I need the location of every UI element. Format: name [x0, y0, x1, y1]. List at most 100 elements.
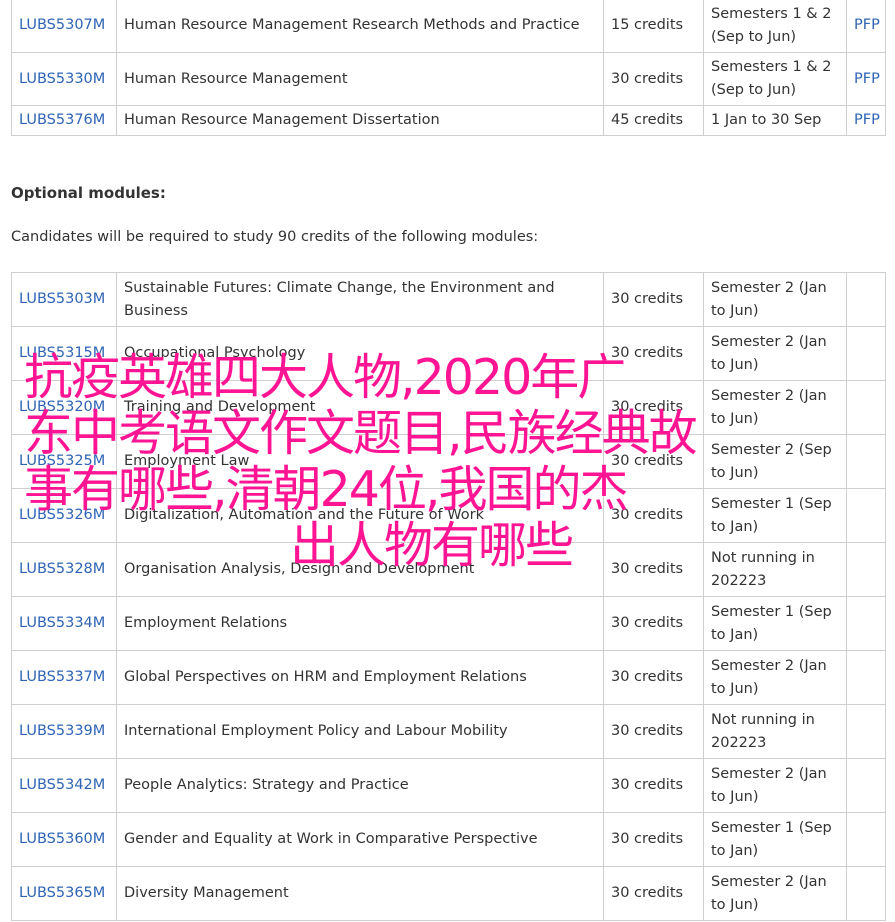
module-title-cell: Organisation Analysis, Design and Develo… [116, 542, 604, 597]
module-code-link[interactable]: LUBS5320M [19, 399, 105, 415]
module-empty-cell [846, 542, 886, 597]
module-code-link[interactable]: LUBS5342M [19, 777, 105, 793]
module-semester-cell: Semester 2 (Jan to Jun) [703, 650, 847, 705]
module-credits-cell: 30 credits [603, 272, 704, 327]
module-code-link[interactable]: LUBS5328M [19, 561, 105, 577]
module-code-cell: LUBS5328M [11, 542, 117, 597]
module-code-link[interactable]: LUBS5339M [19, 723, 105, 739]
module-pfp-cell: PFP [846, 52, 886, 106]
table-row: LUBS5307M Human Resource Management Rese… [11, 0, 886, 53]
module-semester-cell: Semester 2 (Jan to Jun) [703, 326, 847, 381]
module-title-cell: Sustainable Futures: Climate Change, the… [116, 272, 604, 327]
module-credits-cell: 30 credits [603, 758, 704, 813]
module-pfp-cell: PFP [846, 105, 886, 136]
module-semester-cell: Semester 1 (Sep to Jan) [703, 812, 847, 867]
module-semester-cell: Semester 2 (Jan to Jun) [703, 866, 847, 921]
module-code-cell: LUBS5334M [11, 596, 117, 651]
module-title-cell: International Employment Policy and Labo… [116, 704, 604, 759]
module-code-cell: LUBS5330M [11, 52, 117, 106]
module-code-link[interactable]: LUBS5334M [19, 615, 105, 631]
table-row: LUBS5303M Sustainable Futures: Climate Ch… [11, 272, 886, 327]
optional-modules-table: LUBS5303M Sustainable Futures: Climate Ch… [11, 272, 886, 921]
module-title-cell: Diversity Management [116, 866, 604, 921]
module-semester-cell: Semester 2 (Jan to Jun) [703, 380, 847, 435]
table-row: LUBS5315M Occupational Psychology 30 credi… [11, 326, 886, 381]
module-code-link[interactable]: LUBS5376M [19, 112, 105, 128]
module-semester-cell: Semesters 1 & 2 (Sep to Jun) [703, 0, 847, 53]
module-code-link[interactable]: LUBS5303M [19, 291, 105, 307]
module-code-cell: LUBS5325M [11, 434, 117, 489]
module-code-cell: LUBS5320M [11, 380, 117, 435]
module-title-cell: Occupational Psychology [116, 326, 604, 381]
module-credits-cell: 30 credits [603, 650, 704, 705]
pfp-link[interactable]: PFP [854, 71, 880, 87]
module-code-link[interactable]: LUBS5365M [19, 885, 105, 901]
module-credits-cell: 30 credits [603, 380, 704, 435]
module-semester-cell: Not running in 202223 [703, 542, 847, 597]
module-code-cell: LUBS5376M [11, 105, 117, 136]
module-code-cell: LUBS5315M [11, 326, 117, 381]
module-empty-cell [846, 812, 886, 867]
table-row: LUBS5337M Global Perspectives on HRM and … [11, 650, 886, 705]
module-semester-cell: Semester 2 (Sep to Jun) [703, 434, 847, 489]
module-code-cell: LUBS5326M [11, 488, 117, 543]
table-row: LUBS5320M Training and Development 30 cred… [11, 380, 886, 435]
table-row: LUBS5328M Organisation Analysis, Design a… [11, 542, 886, 597]
module-empty-cell [846, 704, 886, 759]
module-credits-cell: 30 credits [603, 326, 704, 381]
module-code-link[interactable]: LUBS5337M [19, 669, 105, 685]
module-code-link[interactable]: LUBS5315M [19, 345, 105, 361]
module-code-cell: LUBS5339M [11, 704, 117, 759]
module-title-cell: Human Resource Management [116, 52, 604, 106]
module-code-link[interactable]: LUBS5326M [19, 507, 105, 523]
module-code-link[interactable]: LUBS5330M [19, 71, 105, 87]
table-row: LUBS5360M Gender and Equality at Work in … [11, 812, 886, 867]
table-row: LUBS5339M International Employment Policy… [11, 704, 886, 759]
table-row: LUBS5334M Employment Relations 30 credits S… [11, 596, 886, 651]
module-empty-cell [846, 758, 886, 813]
module-title-cell: Human Resource Management Research Metho… [116, 0, 604, 53]
pfp-link[interactable]: PFP [854, 17, 880, 33]
module-empty-cell [846, 866, 886, 921]
module-credits-cell: 30 credits [603, 596, 704, 651]
pfp-link[interactable]: PFP [854, 112, 880, 128]
optional-modules-heading: Optional modules: [11, 184, 166, 202]
module-code-link[interactable]: LUBS5325M [19, 453, 105, 469]
table-row: LUBS5365M Diversity Management 30 credits S… [11, 866, 886, 921]
module-code-link[interactable]: LUBS5360M [19, 831, 105, 847]
module-credits-cell: 30 credits [603, 52, 704, 106]
module-title-cell: Gender and Equality at Work in Comparati… [116, 812, 604, 867]
module-title-cell: Global Perspectives on HRM and Employmen… [116, 650, 604, 705]
module-credits-cell: 30 credits [603, 542, 704, 597]
module-credits-cell: 15 credits [603, 0, 704, 53]
module-semester-cell: Not running in 202223 [703, 704, 847, 759]
module-empty-cell [846, 488, 886, 543]
module-semester-cell: Semester 2 (Jan to Jun) [703, 758, 847, 813]
module-code-cell: LUBS5365M [11, 866, 117, 921]
module-credits-cell: 30 credits [603, 866, 704, 921]
module-title-cell: Training and Development [116, 380, 604, 435]
module-empty-cell [846, 380, 886, 435]
module-title-cell: Employment Relations [116, 596, 604, 651]
module-credits-cell: 30 credits [603, 704, 704, 759]
optional-modules-intro: Candidates will be required to study 90 … [11, 229, 539, 245]
module-empty-cell [846, 326, 886, 381]
module-code-cell: LUBS5360M [11, 812, 117, 867]
module-code-link[interactable]: LUBS5307M [19, 17, 105, 33]
table-row: LUBS5342M People Analytics: Strategy and … [11, 758, 886, 813]
module-title-cell: Employment Law [116, 434, 604, 489]
module-empty-cell [846, 434, 886, 489]
module-code-cell: LUBS5303M [11, 272, 117, 327]
module-semester-cell: Semesters 1 & 2 (Sep to Jun) [703, 52, 847, 106]
table-row: LUBS5326M Digitalization, Automation and … [11, 488, 886, 543]
module-credits-cell: 30 credits [603, 434, 704, 489]
module-title-cell: People Analytics: Strategy and Practice [116, 758, 604, 813]
module-code-cell: LUBS5342M [11, 758, 117, 813]
module-pfp-cell: PFP [846, 0, 886, 53]
table-row: LUBS5376M Human Resource Management Diss… [11, 105, 886, 136]
module-credits-cell: 30 credits [603, 812, 704, 867]
module-title-cell: Human Resource Management Dissertation [116, 105, 604, 136]
table-row: LUBS5325M Employment Law 30 credits Semeste… [11, 434, 886, 489]
module-semester-cell: Semester 1 (Sep to Jan) [703, 596, 847, 651]
module-credits-cell: 30 credits [603, 488, 704, 543]
